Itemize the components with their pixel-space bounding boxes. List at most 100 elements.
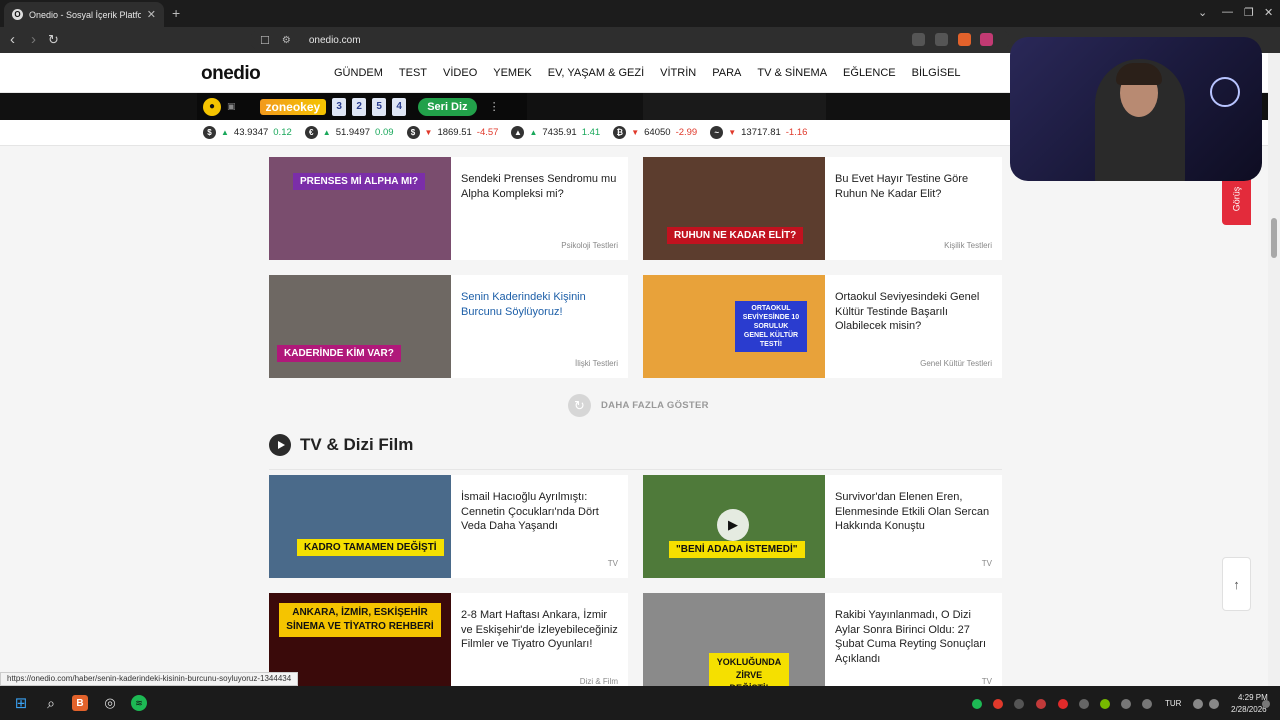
volume-icon[interactable] [1209, 699, 1219, 709]
scroll-to-top-button[interactable]: ↑ [1222, 557, 1251, 611]
browser-tab[interactable]: O Onedio - Sosyal İçerik Platformu ✕ [4, 2, 164, 27]
ticker-item-eur[interactable]: € ▲ 51.9497 0.09 [304, 126, 394, 139]
forward-icon[interactable]: › [31, 31, 36, 49]
test-card[interactable]: KADERİNDE KİM VAR? Senin Kaderindeki Kiş… [269, 275, 628, 378]
tv-card[interactable]: YOKLUĞUNDA ZİRVE DEĞİŞTİ! Rakibi Yayınla… [643, 593, 1002, 686]
brave-shield-icon[interactable] [958, 33, 971, 46]
ticker-item-nasdaq[interactable]: ~ ▼ 13717.81 -1.16 [710, 126, 807, 139]
card-category[interactable]: Psikoloji Testleri [561, 241, 618, 250]
card-thumbnail[interactable]: PRENSES Mİ ALPHA MI? [269, 157, 451, 260]
card-thumbnail[interactable]: KADRO TAMAMEN DEĞİŞTİ [269, 475, 451, 578]
card-category[interactable]: Genel Kültür Testleri [920, 359, 992, 368]
scrollbar-thumb[interactable] [1271, 218, 1277, 258]
card-category[interactable]: İlişki Testleri [575, 359, 618, 368]
video-play-icon[interactable]: ▶ [717, 509, 749, 541]
card-category[interactable]: TV [982, 559, 992, 568]
network-icon[interactable] [1193, 699, 1203, 709]
ticker-item-index[interactable]: ▲ ▲ 7435.91 1.41 [511, 126, 600, 139]
obs-icon[interactable]: ◎ [102, 695, 118, 711]
card-thumbnail[interactable]: RUHUN NE KADAR ELİT? [643, 157, 825, 260]
ad-left[interactable]: ● ▣ zoneokey 3 2 5 4 Seri Diz ⋮ [197, 93, 527, 120]
nav-test[interactable]: TEST [399, 67, 427, 79]
nav-yemek[interactable]: YEMEK [493, 67, 532, 79]
card-thumbnail[interactable]: KADERİNDE KİM VAR? [269, 275, 451, 378]
close-window-icon[interactable]: ✕ [1264, 6, 1273, 19]
clock-date[interactable]: 2/28/2026 [1231, 705, 1267, 714]
new-tab-icon[interactable]: + [172, 5, 180, 21]
thumbnail-caption: PRENSES Mİ ALPHA MI? [293, 173, 426, 190]
nav-tv-sinema[interactable]: TV & SİNEMA [757, 67, 827, 79]
ticker-item-usd[interactable]: $ ▲ 43.9347 0.12 [203, 126, 292, 139]
card-thumbnail[interactable]: ORTAOKUL SEVİYESİNDE 10 SORULUK GENEL KÜ… [643, 275, 825, 378]
tray-spotify-icon[interactable] [972, 699, 982, 709]
test-card[interactable]: RUHUN NE KADAR ELİT? Bu Evet Hayır Testi… [643, 157, 1002, 260]
card-title[interactable]: 2-8 Mart Haftası Ankara, İzmir ve Eskişe… [461, 608, 618, 652]
tv-card[interactable]: KADRO TAMAMEN DEĞİŞTİ İsmail Hacıoğlu Ay… [269, 475, 628, 578]
arrow-up-icon: ▲ [322, 128, 331, 137]
reload-icon[interactable]: ↻ [48, 31, 59, 49]
restore-icon[interactable]: ❐ [1244, 6, 1254, 19]
tray-app-icon[interactable] [1058, 699, 1068, 709]
thumbnail-caption: RUHUN NE KADAR ELİT? [667, 227, 804, 244]
page-scrollbar[interactable] [1268, 53, 1280, 686]
tray-app-icon[interactable] [1014, 699, 1024, 709]
brave-browser-icon[interactable]: B [72, 695, 88, 711]
tray-app-icon[interactable] [1036, 699, 1046, 709]
tab-close-icon[interactable]: ✕ [147, 8, 156, 21]
tray-nvidia-icon[interactable] [1100, 699, 1110, 709]
card-thumbnail[interactable]: YOKLUĞUNDA ZİRVE DEĞİŞTİ! [643, 593, 825, 686]
ad-right[interactable] [643, 93, 826, 120]
tab-search-icon[interactable]: ⌄ [1198, 6, 1207, 19]
card-title[interactable]: Sendeki Prenses Sendromu mu Alpha Komple… [461, 172, 618, 201]
test-card[interactable]: PRENSES Mİ ALPHA MI? Sendeki Prenses Sen… [269, 157, 628, 260]
ticker-item-gold[interactable]: $ ▼ 1869.51 -4.57 [406, 126, 498, 139]
share-icon[interactable] [935, 33, 948, 46]
tray-app-icon[interactable] [993, 699, 1003, 709]
card-category[interactable]: TV [608, 559, 618, 568]
card-title[interactable]: Bu Evet Hayır Testine Göre Ruhun Ne Kada… [835, 172, 992, 201]
brave-rewards-icon[interactable] [980, 33, 993, 46]
nav-bilgisel[interactable]: BİLGİSEL [912, 67, 961, 79]
notification-icon[interactable] [1262, 700, 1270, 708]
tray-app-icon[interactable] [1079, 699, 1089, 709]
bookmark-icon[interactable]: ☐ [260, 34, 270, 47]
search-icon[interactable]: ⌕ [43, 695, 59, 711]
nav-ev-yasam-gezi[interactable]: EV, YAŞAM & GEZİ [548, 67, 644, 79]
test-card[interactable]: ORTAOKUL SEVİYESİNDE 10 SORULUK GENEL KÜ… [643, 275, 1002, 378]
card-title[interactable]: İsmail Hacıoğlu Ayrılmıştı: Cennetin Çoc… [461, 490, 618, 534]
url-field[interactable]: ☐ ⚙ onedio.com [250, 30, 1010, 50]
arrow-down-icon: ▼ [424, 128, 433, 137]
card-thumbnail[interactable]: ▶ "BENİ ADADA İSTEMEDİ" [643, 475, 825, 578]
card-title[interactable]: Rakibi Yayınlanmadı, O Dizi Aylar Sonra … [835, 608, 992, 666]
spotify-icon[interactable]: ≋ [131, 695, 147, 711]
site-logo[interactable]: onedio [201, 63, 261, 85]
ad-cta-button[interactable]: Seri Diz [418, 97, 477, 116]
nav-vitrin[interactable]: VİTRİN [660, 67, 696, 79]
card-title[interactable]: Survivor'dan Elenen Eren, Elenmesinde Et… [835, 490, 992, 534]
card-category[interactable]: Dizi & Film [580, 677, 618, 686]
nav-video[interactable]: VİDEO [443, 67, 477, 79]
ticker-item-bitcoin[interactable]: ₿ ▼ 64050 -2.99 [613, 126, 697, 139]
tray-app-icon[interactable] [1121, 699, 1131, 709]
windows-start-icon[interactable]: ⊞ [13, 695, 29, 712]
card-title[interactable]: Senin Kaderindeki Kişinin Burcunu Söylüy… [461, 290, 618, 319]
nav-eglence[interactable]: EĞLENCE [843, 67, 896, 79]
thumbnail-caption: YOKLUĞUNDA ZİRVE DEĞİŞTİ! [709, 653, 789, 686]
back-icon[interactable]: ‹ [10, 31, 15, 49]
cast-icon[interactable] [912, 33, 925, 46]
section-title[interactable]: TV & Dizi Film [300, 435, 413, 455]
euro-icon: € [304, 126, 318, 139]
show-more-button[interactable]: ↻ DAHA FAZLA GÖSTER [568, 394, 709, 417]
minimize-icon[interactable]: — [1222, 6, 1233, 18]
tv-card[interactable]: ▶ "BENİ ADADA İSTEMEDİ" Survivor'dan Ele… [643, 475, 1002, 578]
nav-para[interactable]: PARA [712, 67, 741, 79]
card-category[interactable]: TV [982, 677, 992, 686]
card-title[interactable]: Ortaokul Seviyesindeki Genel Kültür Test… [835, 290, 992, 334]
card-category[interactable]: Kişilik Testleri [944, 241, 992, 250]
language-indicator[interactable]: TUR [1165, 699, 1181, 708]
tv-card[interactable]: ANKARA, İZMİR, ESKİŞEHİR SİNEMA VE TİYAT… [269, 593, 628, 686]
ad-more-icon[interactable]: ⋮ [489, 100, 500, 113]
nav-gundem[interactable]: GÜNDEM [334, 67, 383, 79]
site-info-icon[interactable]: ⚙ [282, 35, 291, 46]
microphone-icon[interactable] [1142, 699, 1152, 709]
